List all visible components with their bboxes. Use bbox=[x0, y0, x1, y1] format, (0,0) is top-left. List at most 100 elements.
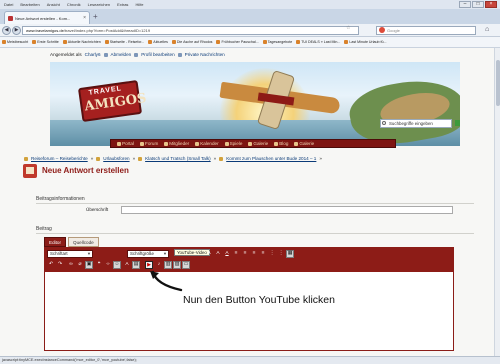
menu-edit[interactable]: Bearbeiten bbox=[20, 2, 39, 7]
tab-close-icon[interactable]: × bbox=[83, 15, 86, 21]
tab-editor[interactable]: Editor bbox=[44, 237, 67, 247]
search-input[interactable]: Google bbox=[376, 26, 476, 35]
bookmark-item[interactable]: Aktuelle Nachrichten bbox=[62, 40, 101, 44]
bold-icon[interactable]: A bbox=[205, 250, 213, 258]
new-tab-button[interactable]: + bbox=[93, 12, 98, 21]
forum-icon bbox=[24, 156, 28, 161]
logout-link[interactable]: Abmelden bbox=[111, 52, 132, 57]
maximize-button[interactable]: □ bbox=[472, 1, 484, 8]
link-icon[interactable]: ∞ bbox=[67, 261, 75, 269]
bookmark-item[interactable]: Meistbesucht bbox=[2, 40, 28, 44]
site-search-go-button[interactable] bbox=[455, 120, 460, 126]
breadcrumb: Reiseforum – Reiseberichte » Urlaubsfore… bbox=[24, 156, 322, 161]
align-left-icon[interactable]: ≡ bbox=[232, 250, 240, 258]
thread-icon bbox=[219, 156, 224, 161]
bookmark-icon bbox=[296, 40, 301, 44]
bookmark-star-icon[interactable]: ☆ bbox=[346, 25, 350, 31]
minimize-button[interactable]: – bbox=[459, 1, 471, 8]
logout-icon bbox=[103, 52, 108, 57]
bookmark-icon bbox=[32, 40, 37, 44]
site-search-icon bbox=[382, 121, 386, 125]
site-logo[interactable]: TRAVEL AMIGOS bbox=[77, 79, 147, 123]
bookmark-icon bbox=[148, 40, 153, 44]
menu-bookmarks[interactable]: Lesezeichen bbox=[88, 2, 110, 7]
scrollbar-thumb[interactable] bbox=[496, 60, 500, 106]
font-size-select[interactable]: Schriftgröße ▼ bbox=[127, 250, 169, 258]
nav-item-portal[interactable]: Portal bbox=[117, 141, 134, 146]
tab-title: Neue Antwort erstellen - Kom... bbox=[15, 15, 71, 21]
code-icon[interactable]: ‹› bbox=[104, 261, 112, 269]
list-icon[interactable]: ⋮ bbox=[268, 250, 276, 258]
breadcrumb-item[interactable]: Urlaubsforen bbox=[103, 156, 129, 161]
back-button[interactable]: ◀ bbox=[2, 26, 11, 35]
bookmark-item[interactable]: Erste Schritte bbox=[32, 40, 59, 44]
breadcrumb-item[interactable]: Kommt zum Plauschen unter Bude 2014 – 1 bbox=[226, 156, 316, 161]
close-window-button[interactable]: × bbox=[485, 1, 497, 8]
align-center-icon[interactable]: ≡ bbox=[241, 250, 249, 258]
bookmark-item[interactable]: Startseite - Reisefor... bbox=[104, 40, 144, 44]
bookmark-item[interactable]: Die Asche auf Rhodos bbox=[171, 40, 212, 44]
nav-item-calendar[interactable]: Kalender bbox=[195, 141, 219, 146]
nav-item-members[interactable]: Mitglieder bbox=[164, 141, 189, 146]
status-bar: javascript:tinyMCE.execInstanceCommand('… bbox=[0, 356, 500, 364]
gallery-icon bbox=[248, 141, 253, 146]
redo-icon[interactable]: ↷ bbox=[56, 261, 64, 269]
align-justify-icon[interactable]: ≡ bbox=[259, 250, 267, 258]
smiley-icon[interactable]: ☺ bbox=[113, 261, 121, 269]
unlink-icon[interactable]: ⌀ bbox=[76, 261, 84, 269]
quote-icon[interactable]: ❝ bbox=[95, 261, 103, 269]
breadcrumb-separator: » bbox=[90, 156, 94, 161]
menu-file[interactable]: Datei bbox=[4, 2, 13, 7]
image-icon[interactable]: ▣ bbox=[85, 261, 93, 269]
nav-item-forum[interactable]: Forum bbox=[140, 141, 158, 146]
nav-item-blog[interactable]: Blog bbox=[274, 141, 288, 146]
text-color-icon[interactable]: A bbox=[123, 261, 131, 269]
address-bar[interactable]: www.travelamigos.de/travel/index.php?for… bbox=[22, 26, 359, 35]
vertical-scrollbar[interactable] bbox=[494, 48, 500, 356]
gallery-insert-icon[interactable]: ▥ bbox=[164, 261, 172, 269]
tab-source[interactable]: Quellcode bbox=[68, 237, 99, 247]
private-messages-link[interactable]: Private Nachrichten bbox=[185, 52, 225, 57]
nav-item-gallery-2[interactable]: Galerie bbox=[294, 141, 314, 146]
map-icon[interactable]: ▧ bbox=[173, 261, 181, 269]
edit-profile-link[interactable]: Profil bearbeiten bbox=[141, 52, 174, 57]
tab-active[interactable]: Neue Antwort erstellen - Kom... × bbox=[4, 11, 90, 24]
bookmark-icon bbox=[171, 40, 176, 44]
numbered-list-icon[interactable]: ⋮ bbox=[277, 250, 285, 258]
preview-icon[interactable]: ▭ bbox=[182, 261, 190, 269]
breadcrumb-item[interactable]: Klatsch und Tratsch (Small Talk) bbox=[145, 156, 211, 161]
annotation-arrow bbox=[150, 270, 183, 292]
bookmark-icon bbox=[344, 40, 349, 44]
menu-history[interactable]: Chronik bbox=[67, 2, 81, 7]
attachment-icon[interactable]: ▤ bbox=[132, 261, 140, 269]
menu-help[interactable]: Hilfe bbox=[135, 2, 143, 7]
underline-icon[interactable]: A bbox=[223, 250, 231, 258]
menu-view[interactable]: Ansicht bbox=[47, 2, 60, 7]
bookmark-item[interactable]: Frühbucher Pauschal... bbox=[216, 40, 259, 44]
forward-button[interactable]: ▶ bbox=[12, 26, 21, 35]
font-family-select[interactable]: Schriftart ▼ bbox=[47, 250, 93, 258]
home-icon[interactable]: ⌂ bbox=[485, 26, 489, 33]
nav-item-gallery-1[interactable]: Galerie bbox=[248, 141, 268, 146]
bookmark-item[interactable]: TUI DEALS » Last Min... bbox=[296, 40, 340, 44]
chevron-down-icon: ▼ bbox=[87, 251, 91, 256]
youtube-video-button[interactable]: ▶ bbox=[145, 261, 153, 269]
undo-icon[interactable]: ↶ bbox=[47, 261, 55, 269]
section-post-info: Beitragsinformationen bbox=[36, 196, 85, 202]
nav-item-games[interactable]: Spiele bbox=[224, 141, 242, 146]
menu-tools[interactable]: Extras bbox=[117, 2, 128, 7]
forum-icon bbox=[140, 141, 145, 146]
username-link[interactable]: Charly6 bbox=[85, 52, 101, 57]
title-input[interactable] bbox=[121, 206, 453, 214]
new-reply-icon bbox=[23, 164, 37, 178]
italic-icon[interactable]: A bbox=[214, 250, 222, 258]
align-right-icon[interactable]: ≡ bbox=[250, 250, 258, 258]
breadcrumb-item[interactable]: Reiseforum – Reiseberichte bbox=[31, 156, 88, 161]
table-icon[interactable]: ▦ bbox=[286, 250, 294, 258]
media-icon[interactable]: ♪ bbox=[155, 261, 163, 269]
search-engine-icon[interactable] bbox=[379, 27, 385, 33]
bookmark-item[interactable]: Tagesangebote bbox=[262, 40, 292, 44]
bookmark-item[interactable]: Aktuelles bbox=[148, 40, 168, 44]
bookmark-item[interactable]: Last Minute Urlaub fü... bbox=[344, 40, 387, 44]
site-search-input[interactable]: Suchbegriffe eingeben bbox=[380, 119, 452, 128]
